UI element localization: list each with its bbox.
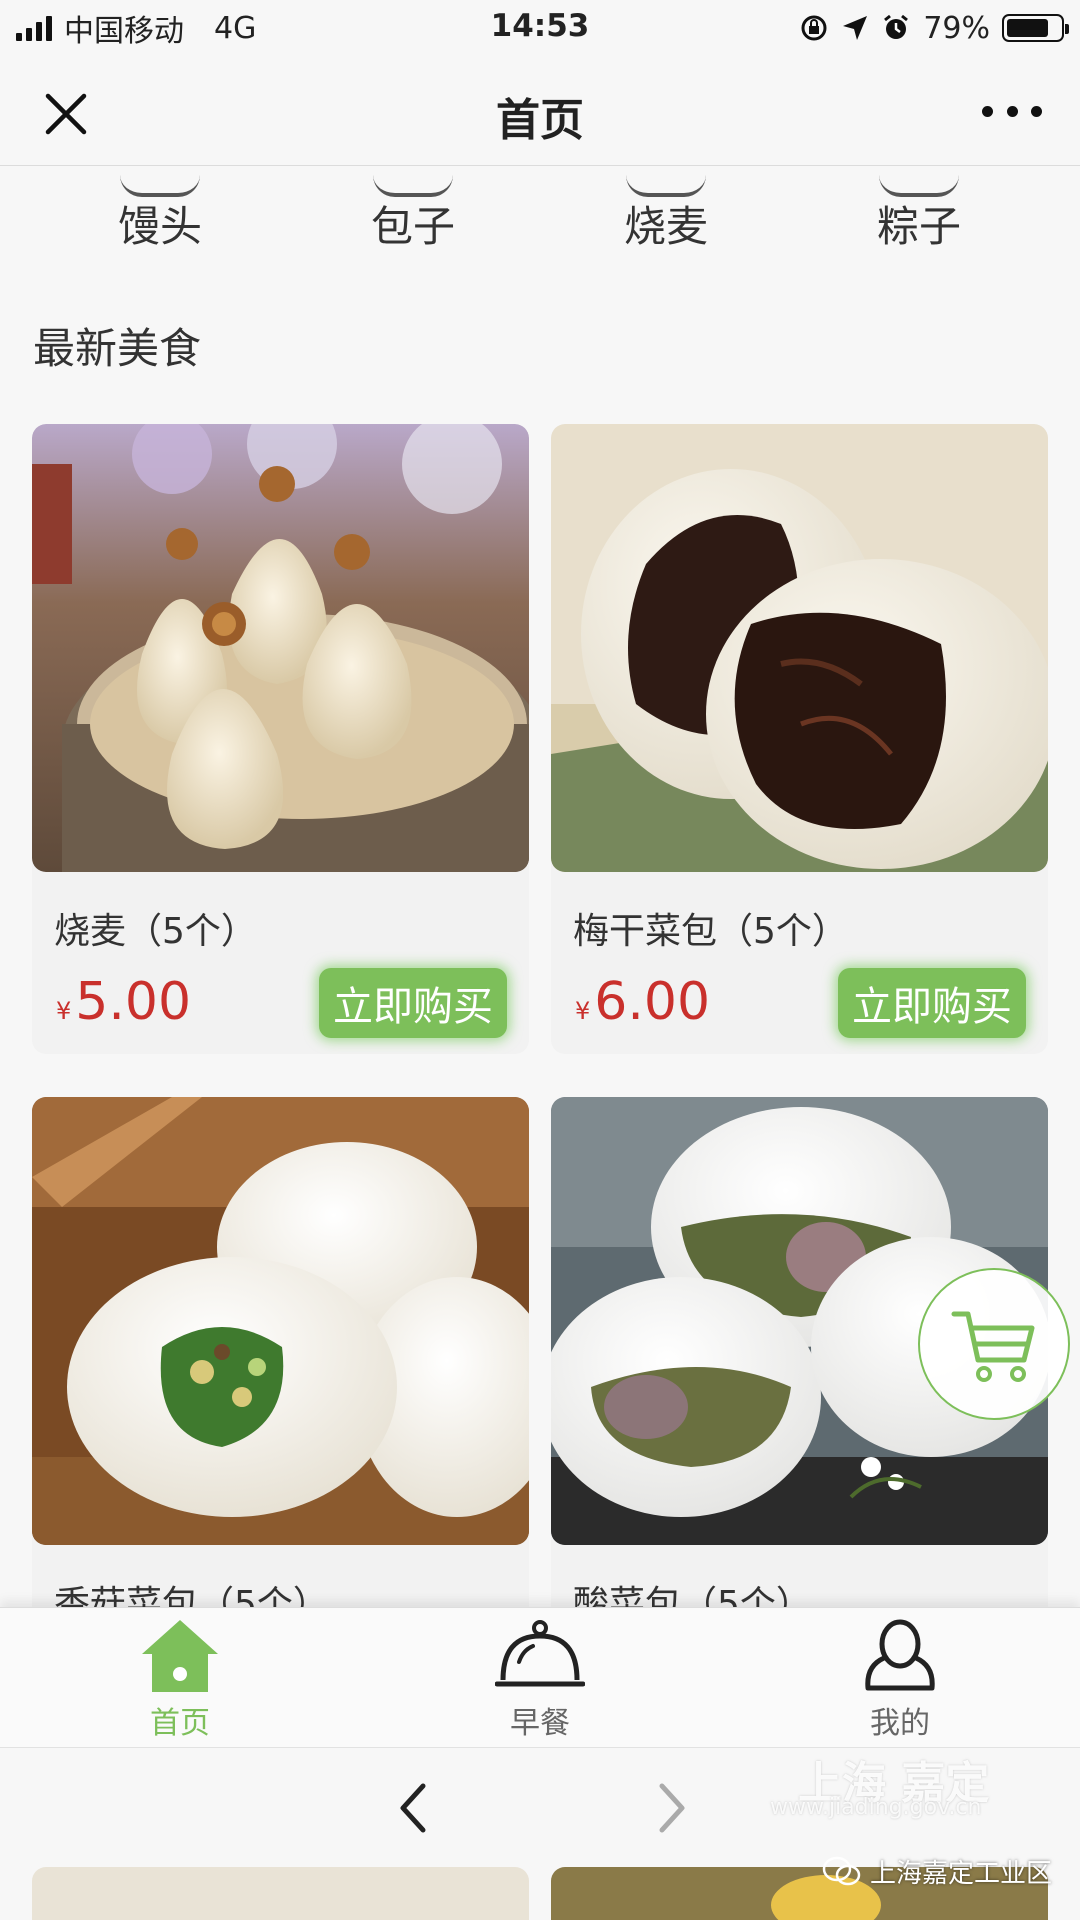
product-card[interactable]: 烧麦（5个） ¥ 5.00 立即购买 [32, 424, 529, 1054]
wechat-account-name: 上海嘉定工业区 [869, 1859, 1052, 1889]
watermark-url: www.jiading.gov.cn [770, 1795, 982, 1820]
user-icon [865, 1619, 935, 1691]
product-card[interactable]: 梅干菜包（5个） ¥ 6.00 立即购买 [551, 424, 1048, 1054]
category-label: 包子 [370, 202, 455, 251]
product-image[interactable] [551, 424, 1048, 872]
category-item[interactable]: 包子 [313, 193, 513, 254]
battery-icon [1002, 14, 1069, 42]
wechat-watermark: 上海嘉定工业区 [822, 1853, 1052, 1890]
product-image[interactable] [32, 424, 529, 872]
tab-label: 首页 [150, 1706, 210, 1741]
page-title: 首页 [496, 95, 584, 146]
location-icon [843, 16, 868, 40]
tab-label: 我的 [870, 1706, 930, 1741]
currency-symbol: ¥ [575, 997, 591, 1025]
price-value: 6.00 [594, 972, 711, 1032]
category-item[interactable]: 粽子 [819, 193, 1019, 254]
category-label: 馒头 [117, 202, 202, 251]
category-label: 烧麦 [623, 202, 708, 251]
tab-home[interactable]: 首页 [80, 1618, 280, 1743]
back-arrow-icon[interactable] [385, 1778, 445, 1838]
category-item[interactable]: 馒头 [60, 193, 260, 254]
cart-icon [951, 1311, 1035, 1382]
rotation-lock-icon [801, 15, 827, 41]
product-name: 烧麦（5个） [54, 911, 257, 952]
more-icon[interactable] [982, 96, 1042, 126]
product-image[interactable] [32, 1097, 529, 1545]
product-card[interactable]: 香菇菜包（5个） [32, 1097, 529, 1607]
wechat-icon [822, 1856, 861, 1885]
status-right: 79% [799, 8, 1069, 48]
tab-breakfast[interactable]: 早餐 [440, 1618, 640, 1743]
tab-bar: 首页 早餐 我的 [0, 1607, 1080, 1747]
category-row: 馒头 包子 烧麦 粽子 [0, 167, 1080, 287]
product-name: 梅干菜包（5个） [573, 911, 848, 952]
status-bar: 中国移动 4G 14:53 79% [0, 0, 1080, 56]
price-value: 5.00 [75, 972, 192, 1032]
nav-bar: 首页 [0, 56, 1080, 166]
battery-percent: 79% [923, 10, 990, 46]
tab-mine[interactable]: 我的 [800, 1618, 1000, 1743]
category-label: 粽子 [876, 202, 961, 251]
main-content[interactable]: 馒头 包子 烧麦 粽子 最新美食 烧麦（5个） ¥ 5.00 立即购买 梅干菜包… [0, 167, 1080, 1607]
section-title: 最新美食 [33, 324, 202, 373]
product-name: 酸菜包（5个） [573, 1584, 812, 1607]
product-image [32, 1867, 529, 1920]
product-price: ¥ 6.00 [575, 972, 710, 1032]
product-name: 香菇菜包（5个） [54, 1584, 329, 1607]
cloche-icon [495, 1620, 585, 1687]
home-icon [142, 1620, 218, 1692]
currency-symbol: ¥ [56, 997, 72, 1025]
alarm-icon [884, 14, 909, 39]
buy-now-button[interactable]: 立即购买 [319, 968, 507, 1038]
product-price: ¥ 5.00 [56, 972, 191, 1032]
tab-label: 早餐 [510, 1706, 570, 1741]
buy-now-button[interactable]: 立即购买 [838, 968, 1026, 1038]
category-item[interactable]: 烧麦 [566, 193, 766, 254]
floating-cart-button[interactable] [918, 1268, 1070, 1420]
forward-arrow-icon[interactable] [640, 1778, 700, 1838]
